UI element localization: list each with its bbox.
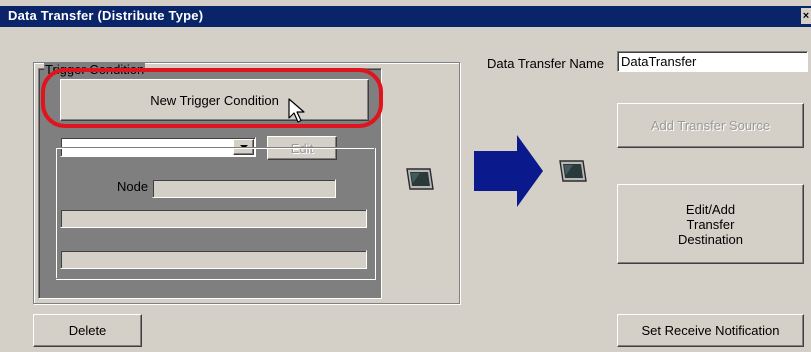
dialog-window: Data Transfer (Distribute Type) × Trigge…: [0, 0, 811, 352]
mouse-cursor-icon: [288, 98, 305, 123]
add-transfer-source-button: Add Transfer Source: [617, 103, 804, 148]
trigger-detail-field-1: [60, 209, 367, 228]
edit-add-transfer-destination-button[interactable]: Edit/Add Transfer Destination: [617, 184, 804, 264]
arrow-right-icon: [474, 135, 543, 207]
trigger-detail-field-2: [60, 250, 367, 269]
set-receive-notification-button[interactable]: Set Receive Notification: [617, 314, 804, 347]
data-transfer-name-value: DataTransfer: [621, 54, 697, 69]
node-field: [152, 179, 336, 198]
window-title: Data Transfer (Distribute Type): [8, 8, 204, 23]
monitor-icon: [406, 168, 434, 190]
highlight-outline: [41, 68, 383, 128]
delete-button[interactable]: Delete: [33, 314, 142, 347]
data-transfer-name-input[interactable]: DataTransfer: [617, 51, 808, 72]
monitor-icon: [559, 160, 587, 182]
close-icon[interactable]: ×: [801, 8, 811, 24]
node-label: Node: [117, 179, 149, 194]
data-transfer-name-label: Data Transfer Name: [487, 56, 605, 71]
title-bar: Data Transfer (Distribute Type) ×: [0, 6, 811, 27]
